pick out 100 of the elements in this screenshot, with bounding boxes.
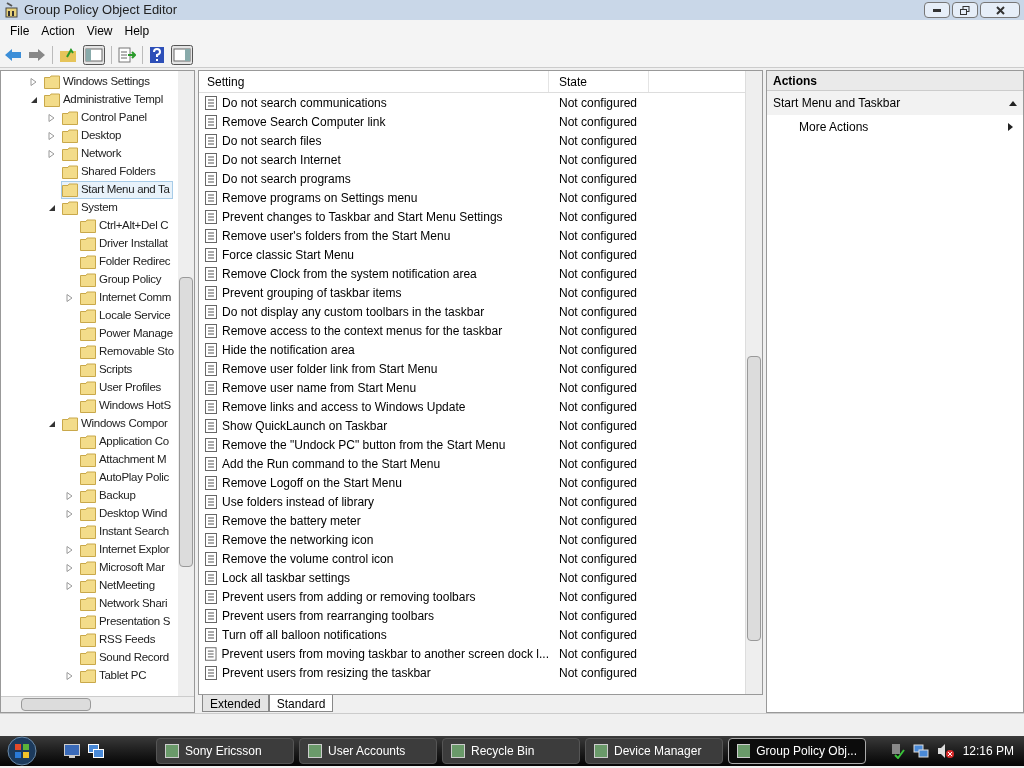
setting-name[interactable]: Prevent grouping of taskbar items [222,283,402,302]
tree-item[interactable]: Ctrl+Alt+Del C [79,217,172,235]
tree-item[interactable]: Shared Folders [61,163,159,181]
forward-icon[interactable] [28,47,46,62]
folder-up-icon[interactable] [59,46,77,63]
collapsed-arrow-icon[interactable] [65,510,73,518]
tree-item[interactable]: Group Policy [79,271,165,289]
scroll-thumb[interactable] [179,277,193,567]
collapsed-arrow-icon[interactable] [65,582,73,590]
tree-item[interactable]: Start Menu and Ta [61,181,173,199]
scroll-thumb[interactable] [21,698,91,711]
pane-toggle-icon[interactable] [83,44,105,65]
view-tab[interactable]: Standard [268,695,334,712]
setting-name[interactable]: Prevent users from moving taskbar to another screen dock l... [221,644,549,663]
setting-name[interactable]: Remove the battery meter [222,511,361,530]
tree-item[interactable]: Removable Sto [79,343,177,361]
setting-name[interactable]: Remove Search Computer link [222,112,386,131]
tree-item[interactable]: RSS Feeds [79,631,159,649]
menu-item[interactable]: Help [118,22,156,40]
setting-name[interactable]: Do not search programs [222,169,351,188]
muted-speaker-icon[interactable] [936,743,955,759]
collapsed-arrow-icon[interactable] [65,672,73,680]
close-button[interactable] [980,2,1020,18]
tree-item[interactable]: Control Panel [61,109,150,127]
menu-item[interactable]: File [4,22,36,40]
actions-section-header[interactable]: Start Menu and Taskbar [767,91,1023,115]
collapsed-arrow-icon[interactable] [65,492,73,500]
horizontal-scrollbar[interactable] [1,696,194,712]
network-icon[interactable] [912,743,929,759]
setting-name[interactable]: Remove user folder link from Start Menu [222,359,438,378]
export-list-icon[interactable] [118,46,136,63]
setting-name[interactable]: Remove the networking icon [222,530,374,549]
tree-item[interactable]: Windows HotS [79,397,174,415]
collapsed-arrow-icon[interactable] [29,78,37,86]
tree-item[interactable]: Desktop Wind [79,505,170,523]
setting-name[interactable]: Prevent users from adding or removing toolbars [222,587,476,606]
tree-item[interactable]: Backup [79,487,139,505]
tree-item[interactable]: Administrative Templ [43,91,166,109]
scroll-thumb[interactable] [747,356,761,641]
collapse-icon[interactable] [1009,100,1017,106]
action-pane-icon[interactable] [171,44,193,65]
expanded-arrow-icon[interactable] [47,204,55,212]
collapsed-arrow-icon[interactable] [47,150,55,158]
collapsed-arrow-icon[interactable] [65,546,73,554]
vertical-scrollbar[interactable] [178,71,194,696]
setting-name[interactable]: Use folders instead of library [222,492,375,511]
tree-item[interactable]: Desktop [61,127,125,145]
tree-item[interactable]: Windows Settings [43,73,153,91]
menu-item[interactable]: Action [35,22,81,40]
setting-name[interactable]: Remove links and access to Windows Update [222,397,466,416]
tree-item[interactable]: Locale Service [79,307,174,325]
tree-item[interactable]: Internet Comm [79,289,175,307]
restore-button[interactable] [952,2,978,18]
tree-item[interactable]: AutoPlay Polic [79,469,172,487]
collapsed-arrow-icon[interactable] [65,564,73,572]
setting-name[interactable]: Remove Clock from the system notification area [222,264,477,283]
setting-name[interactable]: Prevent users from rearranging toolbars [222,606,435,625]
view-tab[interactable]: Extended [202,695,269,712]
setting-name[interactable]: Remove programs on Settings menu [222,188,418,207]
tree-item[interactable]: Power Manage [79,325,176,343]
setting-name[interactable]: Remove Logoff on the Start Menu [222,473,402,492]
setting-name[interactable]: Lock all taskbar settings [222,568,351,587]
setting-name[interactable]: Remove the volume control icon [222,549,394,568]
action-item[interactable]: More Actions [767,115,1023,139]
tree-item[interactable]: Internet Explor [79,541,173,559]
taskbar-button[interactable]: Sony Ericsson [156,738,294,764]
setting-name[interactable]: Prevent changes to Taskbar and Start Menu Settings [222,207,503,226]
tree-item[interactable]: Tablet PC [79,667,150,685]
setting-name[interactable]: Add the Run command to the Start Menu [222,454,441,473]
collapsed-arrow-icon[interactable] [65,294,73,302]
minimize-button[interactable] [924,2,950,18]
setting-name[interactable]: Hide the notification area [222,340,355,359]
tree-item[interactable]: Instant Search [79,523,172,541]
help-icon[interactable] [149,45,165,64]
setting-name[interactable]: Remove the "Undock PC" button from the Start Menu [222,435,506,454]
setting-name[interactable]: Do not search communications [222,93,387,112]
setting-name[interactable]: Turn off all balloon notifications [222,625,387,644]
setting-name[interactable]: Remove access to the context menus for the taskbar [222,321,503,340]
tree-item[interactable]: Attachment M [79,451,170,469]
setting-name[interactable]: Do not search Internet [222,150,341,169]
setting-name[interactable]: Prevent users from resizing the taskbar [222,663,431,682]
switch-windows-icon[interactable] [88,744,104,758]
tree-item[interactable]: Scripts [79,361,136,379]
taskbar-button[interactable]: User Accounts [299,738,437,764]
collapsed-arrow-icon[interactable] [47,114,55,122]
tree-item[interactable]: Application Co [79,433,172,451]
show-desktop-icon[interactable] [64,744,80,758]
tree-item[interactable]: Presentation S [79,613,174,631]
setting-name[interactable]: Do not search files [222,131,322,150]
tree-item[interactable]: Network Shari [79,595,171,613]
menu-item[interactable]: View [80,22,119,40]
expanded-arrow-icon[interactable] [47,420,55,428]
tree-item[interactable]: Network [61,145,125,163]
taskbar-button[interactable]: Group Policy Obj... [728,738,866,764]
setting-name[interactable]: Show QuickLaunch on Taskbar [222,416,388,435]
setting-name[interactable]: Force classic Start Menu [222,245,355,264]
back-icon[interactable] [4,47,22,62]
setting-name[interactable]: Do not display any custom toolbars in the taskbar [222,302,485,321]
expanded-arrow-icon[interactable] [29,96,37,104]
tree-item[interactable]: Folder Redirec [79,253,174,271]
